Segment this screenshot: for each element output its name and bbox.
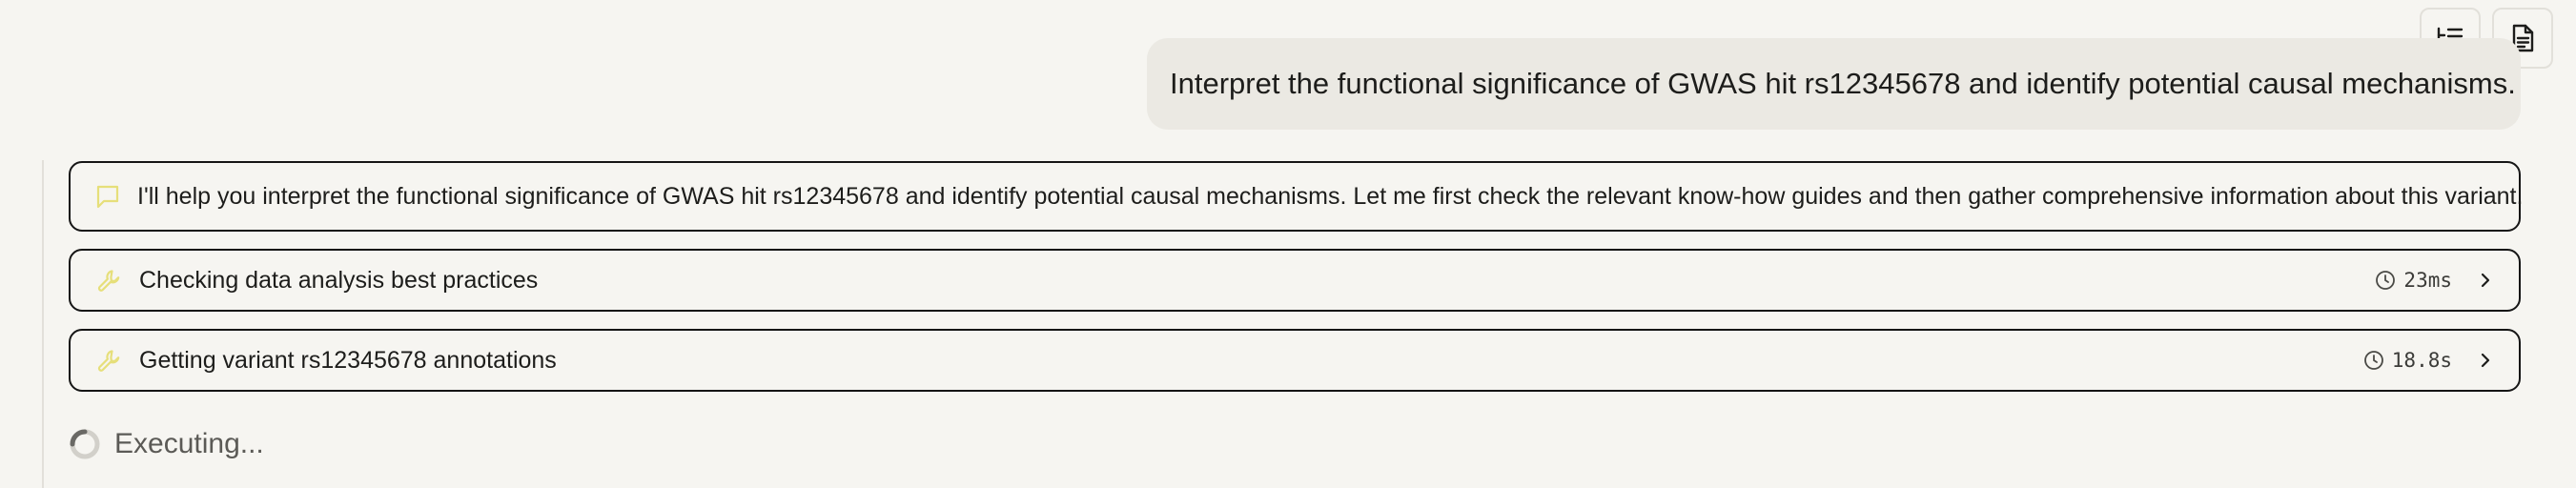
tool-step-meta: 18.8s bbox=[2363, 349, 2492, 372]
duration-label: 18.8s bbox=[2391, 349, 2452, 372]
clock-icon bbox=[2363, 351, 2383, 370]
assistant-message-step: I'll help you interpret the functional s… bbox=[69, 161, 2524, 232]
execution-status-label: Executing... bbox=[114, 428, 264, 459]
clock-icon bbox=[2376, 271, 2396, 290]
tool-step-label: Checking data analysis best practices bbox=[139, 266, 539, 294]
execution-status: Executing... bbox=[69, 427, 264, 461]
tool-step-variant-annotations[interactable]: Getting variant rs12345678 annotations 1… bbox=[69, 329, 2521, 392]
thread-rail bbox=[42, 160, 44, 488]
chevron-right-icon[interactable] bbox=[2479, 351, 2492, 370]
tool-step-label: Getting variant rs12345678 annotations bbox=[139, 346, 557, 374]
chevron-right-icon[interactable] bbox=[2479, 271, 2492, 290]
wrench-icon bbox=[95, 267, 122, 294]
duration-label: 23ms bbox=[2403, 269, 2452, 292]
loading-spinner-icon bbox=[70, 429, 100, 459]
wrench-icon bbox=[95, 347, 122, 374]
user-message-text: Interpret the functional significance of… bbox=[1170, 67, 2516, 100]
tool-step-meta: 23ms bbox=[2375, 269, 2492, 292]
tool-step-best-practices[interactable]: Checking data analysis best practices 23… bbox=[69, 249, 2521, 312]
user-message-bubble: Interpret the functional significance of… bbox=[1147, 38, 2521, 130]
assistant-message-text: I'll help you interpret the functional s… bbox=[137, 182, 2524, 210]
chat-bubble-icon bbox=[95, 183, 120, 210]
